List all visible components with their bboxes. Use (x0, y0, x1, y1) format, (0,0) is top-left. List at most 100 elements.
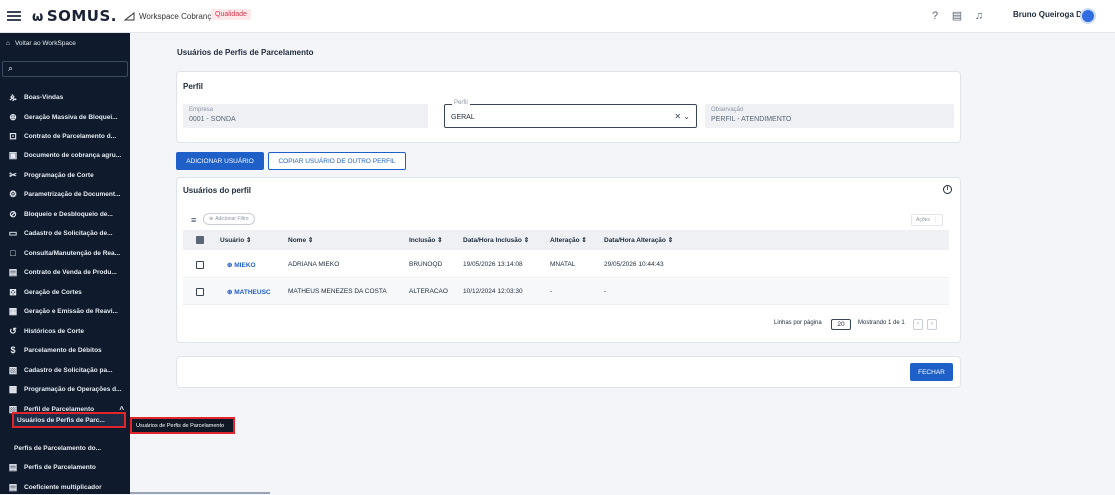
sidebar-item[interactable]: ▦ Geração e Emissão de Reavi... (0, 303, 130, 319)
col-nome[interactable]: Nome ⇕ (288, 236, 313, 244)
add-filter-label: Adicionar Filtro (215, 216, 249, 222)
form-icon: ▭ (8, 227, 18, 238)
tooltip: Usuários de Perfis de Parcelamento (130, 417, 235, 434)
copy-user-button[interactable]: COPIAR USUÁRIO DE OUTRO PERFIL (268, 152, 406, 170)
home-icon: ⌂ (6, 40, 10, 47)
settings-person-icon: ⚙ (8, 188, 18, 199)
notes-icon[interactable]: ▤ (950, 9, 964, 23)
sidebar-item[interactable]: ▭ Cadastro de Solicitação de... (0, 225, 130, 241)
empresa-label: Empresa (189, 107, 214, 113)
sidebar-item[interactable]: Perfis de Parcelamento do... (0, 440, 130, 456)
observacao-field: Observação PERFIL - ATENDIMENTO (705, 104, 954, 128)
cell-alteracao: - (550, 288, 553, 295)
sidebar: ⌂ Voltar ao WorkSpace ⌕ ዹ Boas-Vindas ⊕ Ger… (0, 33, 130, 494)
plus-circle-icon: ⊕ (9, 111, 17, 122)
sidebar-item-label: Geração Massiva de Bloquei... (24, 113, 118, 121)
logo: ω SOMUS. (32, 7, 117, 25)
perfil-title: Perfil (183, 82, 204, 91)
help-icon[interactable]: ? (928, 9, 942, 23)
block-icon: ⊘ (9, 208, 17, 219)
sidebar-item-active[interactable]: Usuários de Perfis de Parc... (12, 412, 126, 428)
sidebar-item[interactable]: ▤ Contrato de Venda de Produ... (0, 264, 130, 280)
workspace-name: Workspace Cobrança (139, 12, 216, 21)
sidebar-item[interactable]: ⊕ Geração Massiva de Bloquei... (0, 109, 130, 125)
sidebar-item-label: Contrato de Parcelamento d... (24, 132, 117, 140)
sidebar-item-label: Cadastro de Solicitação pa... (24, 366, 113, 374)
sidebar-item[interactable]: ▩ Programação de Operações d... (0, 381, 130, 397)
sidebar-item[interactable]: ✂ Programação de Corte (0, 167, 130, 183)
sidebar-item[interactable]: ▤ Coeficiente multiplicador (0, 479, 130, 495)
sidebar-item-label: Usuários de Perfis de Parc... (17, 416, 105, 424)
list-icon: ▤ (8, 481, 18, 492)
user-link[interactable]: ⊕ MIEKO (227, 261, 256, 269)
actions-button[interactable]: Ações ⋮ (911, 214, 943, 226)
col-inclusao[interactable]: Inclusão ⇕ (409, 236, 443, 244)
user-name[interactable]: Bruno Queiroga D... (1013, 10, 1089, 19)
perfil-select[interactable]: Perfil GERAL ✕ ⌄ (444, 100, 697, 128)
document-edit-icon: ⊡ (9, 130, 17, 141)
select-all-checkbox[interactable] (196, 236, 204, 244)
scissors-icon: ✂ (9, 169, 17, 180)
clear-chevron-icon[interactable]: ✕ ⌄ (674, 112, 690, 121)
next-page-icon[interactable]: › (927, 319, 937, 330)
sidebar-item-label: Boas-Vindas (24, 93, 64, 101)
menu-icon[interactable] (7, 9, 21, 23)
back-to-workspace[interactable]: ⌂ Voltar ao WorkSpace (6, 40, 76, 47)
top-bar: ω SOMUS. Workspace Cobrança Qualidade ? ▤… (0, 0, 1115, 33)
sidebar-item-label: Geração e Emissão de Reavi... (24, 307, 118, 315)
card-icon: ▧ (8, 364, 18, 375)
sidebar-item[interactable]: ⚙ Parametrização de Document... (0, 186, 130, 202)
col-alteracao[interactable]: Alteração ⇕ (550, 236, 587, 244)
bell-icon[interactable]: ♫ (972, 9, 986, 23)
sidebar-item[interactable]: ↺ Históricos de Corte (0, 323, 130, 339)
row-checkbox[interactable] (196, 288, 204, 296)
rows-per-page-label: Linhas por página (774, 320, 822, 326)
rows-per-page-select[interactable]: 20 (831, 319, 851, 330)
cell-dh-alteracao: 29/05/2026 10:44:43 (604, 261, 664, 268)
sidebar-item-label: Históricos de Corte (24, 327, 84, 335)
col-dh-alteracao[interactable]: Data/Hora Alteração ⇕ (604, 236, 673, 244)
user-search-icon: ⊕ (227, 289, 233, 296)
sidebar-item-label: Programação de Operações d... (24, 385, 122, 393)
cell-nome: ADRIANA MIEKO (288, 261, 340, 268)
user-link[interactable]: ⊕ MATHEUSC (227, 288, 271, 296)
search-icon: ⌕ (8, 63, 14, 73)
sidebar-item[interactable]: ⊡ Contrato de Parcelamento d... (0, 128, 130, 144)
table-row[interactable]: ⊕ MIEKO ADRIANA MIEKO BRUNOQD 19/05/2026… (183, 252, 949, 278)
sidebar-item[interactable]: □ Consulta/Manutenção de Rea... (0, 245, 130, 261)
showing-label: Mostrando 1 de 1 (858, 320, 905, 326)
row-checkbox[interactable] (196, 261, 204, 269)
workspace-selector[interactable]: Workspace Cobrança (124, 8, 216, 25)
page-title: Usuários de Perfis de Parcelamento (177, 48, 314, 57)
sidebar-item[interactable]: ዹ Boas-Vindas (0, 89, 130, 105)
cell-dh-alteracao: - (604, 288, 607, 295)
sidebar-item-label: Parametrização de Document... (24, 190, 121, 198)
add-user-button[interactable]: ADICIONAR USUÁRIO (176, 152, 264, 170)
prev-page-icon[interactable]: ‹ (913, 319, 923, 330)
table-row[interactable]: ⊕ MATHEUSC MATHEUS MENEZES DA COSTA ALTE… (183, 279, 949, 305)
sidebar-item-label: Coeficiente multiplicador (24, 483, 102, 491)
workspace-icon (124, 12, 135, 21)
sidebar-search-input[interactable]: ⌕ (2, 61, 128, 77)
sidebar-item[interactable]: ▧ Cadastro de Solicitação pa... (0, 362, 130, 378)
add-filter-button[interactable]: ⊕ Adicionar Filtro (203, 213, 255, 225)
perfil-value: GERAL (451, 114, 475, 121)
cell-inclusao: BRUNOQD (409, 261, 443, 268)
col-usuario[interactable]: Usuário ⇕ (220, 236, 251, 244)
sidebar-item[interactable]: $ Parcelamento de Débitos (0, 342, 130, 358)
table-header: Usuário ⇕ Nome ⇕ Inclusão ⇕ Data/Hora In… (183, 230, 949, 250)
col-dh-inclusao[interactable]: Data/Hora Inclusão ⇕ (463, 236, 529, 244)
filter-icon[interactable]: ≡ (191, 215, 196, 225)
sidebar-item[interactable]: ▤ Perfis de Parcelamento (0, 459, 130, 475)
sidebar-item[interactable]: ⊘ Bloqueio e Desbloqueio de... (0, 206, 130, 222)
avatar[interactable] (1080, 8, 1096, 24)
contract-icon: ▤ (8, 266, 18, 277)
sidebar-item[interactable]: ⊠ Geração de Cortes (0, 284, 130, 300)
sidebar-item-label: Contrato de Venda de Produ... (24, 268, 117, 276)
users-title: Usuários do perfil (183, 186, 252, 195)
people-icon: ዹ (9, 91, 17, 102)
close-button[interactable]: FECHAR (910, 363, 953, 381)
info-icon[interactable]: i (943, 185, 952, 194)
sidebar-item-label: Perfis de Parcelamento do... (14, 444, 102, 452)
sidebar-item[interactable]: ▣ Documento de cobrança agru... (0, 147, 130, 163)
